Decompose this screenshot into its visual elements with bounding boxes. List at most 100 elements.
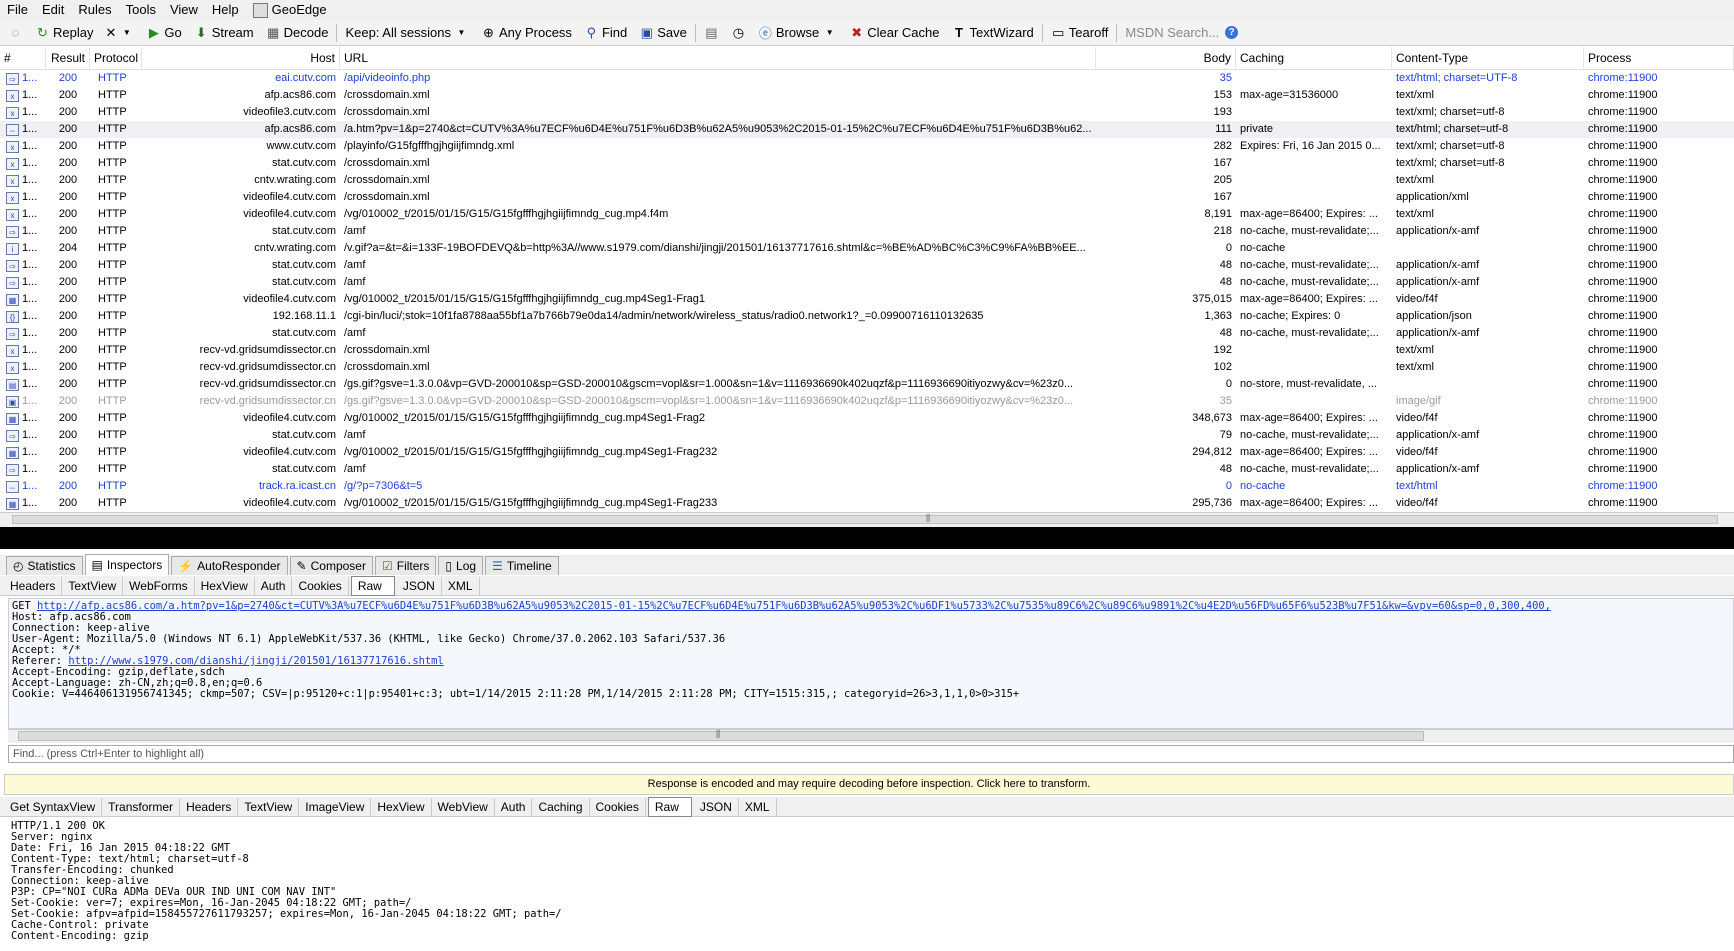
menu-tools[interactable]: Tools — [119, 0, 163, 20]
session-row[interactable]: x 1... 200 HTTP afp.acs86.com/crossdomain.xm… — [0, 87, 1734, 104]
response-tab-json[interactable]: JSON — [694, 797, 739, 816]
session-row[interactable]: ▦ 1... 200 HTTP videofile4.cutv.com/vg/01000… — [0, 495, 1734, 512]
response-tab-transformer[interactable]: Transformer — [102, 797, 181, 816]
keep-sessions-dropdown[interactable]: Keep: All sessions ▼ — [339, 22, 475, 44]
help-icon[interactable]: ? — [1225, 26, 1239, 39]
response-tab-auth[interactable]: Auth — [495, 797, 533, 816]
column-header-body[interactable]: Body — [1096, 47, 1236, 69]
session-row[interactable]: ⇨ 1... 200 HTTP stat.cutv.com/amf 48 no-cache,… — [0, 461, 1734, 478]
menu-edit[interactable]: Edit — [35, 0, 71, 20]
menu-rules[interactable]: Rules — [71, 0, 118, 20]
tab-inspectors[interactable]: ▤ Inspectors — [84, 554, 170, 575]
scrollbar-thumb[interactable] — [12, 515, 1718, 524]
session-row[interactable]: ⇨ 1... 200 HTTP eai.cutv.com/api/videoinfo.p… — [0, 70, 1734, 87]
column-header-result[interactable]: Result — [46, 47, 90, 69]
tearoff-button[interactable]: ▭ Tearoff — [1045, 22, 1115, 44]
find-button[interactable]: ⚲ Find — [578, 22, 633, 44]
session-number: x 1... — [0, 104, 46, 121]
scrollbar-thumb[interactable] — [18, 731, 1424, 741]
column-header-process[interactable]: Process — [1584, 47, 1734, 69]
request-tab-headers[interactable]: Headers — [4, 576, 63, 595]
response-tab-cookies[interactable]: Cookies — [590, 797, 646, 816]
menu-geoedge[interactable]: GeoEdge — [246, 0, 334, 20]
request-tab-webforms[interactable]: WebForms — [123, 576, 195, 595]
session-row[interactable]: x 1... 200 HTTP recv-vd.gridsumdissector.cn /… — [0, 359, 1734, 376]
response-tab-textview[interactable]: TextView — [238, 797, 300, 816]
response-tab-caching[interactable]: Caching — [532, 797, 590, 816]
request-tab-textview[interactable]: TextView — [62, 576, 124, 595]
session-row[interactable]: ⇨ 1... 200 HTTP stat.cutv.com/amf 218 no-cache… — [0, 223, 1734, 240]
replay-button[interactable]: ↻ Replay — [29, 22, 99, 44]
stream-button[interactable]: ⬇ Stream — [188, 22, 260, 44]
column-header-host[interactable]: Host — [142, 47, 340, 69]
request-raw-text[interactable]: GET http://afp.acs86.com/a.htm?pv=1&p=27… — [8, 598, 1734, 729]
session-row[interactable]: x 1... 200 HTTP videofile4.cutv.com/vg/01000… — [0, 206, 1734, 223]
session-row[interactable]: x 1... 200 HTTP www.cutv.com/playinfo/G15fgf… — [0, 138, 1734, 155]
tab-autoresponder[interactable]: ⚡ AutoResponder — [171, 556, 288, 575]
column-header-number[interactable]: # — [0, 47, 46, 69]
comment-button[interactable]: ◌ — [2, 22, 29, 44]
sessions-horizontal-scrollbar[interactable]: ⫼ — [0, 512, 1734, 527]
any-process-button[interactable]: ⊕ Any Process — [475, 22, 578, 44]
msdn-search-input[interactable]: MSDN Search... — [1119, 25, 1225, 40]
menu-help[interactable]: Help — [205, 0, 246, 20]
session-row[interactable]: ⇨ 1... 200 HTTP stat.cutv.com/amf 48 no-cache,… — [0, 274, 1734, 291]
go-button[interactable]: ▶ Go — [140, 22, 187, 44]
tab-filters[interactable]: ☑ Filters — [374, 556, 437, 575]
tab-log[interactable]: ▯ Log — [438, 556, 484, 575]
browse-button[interactable]: ⓔ Browse ▼ — [752, 22, 843, 44]
pane-splitter[interactable] — [0, 527, 1734, 549]
session-row[interactable]: ⇔ 1... 200 HTTP afp.acs86.com/a.htm?pv=1&p=2… — [0, 121, 1734, 138]
menu-file[interactable]: File — [0, 0, 35, 20]
response-tab-hexview[interactable]: HexView — [371, 797, 432, 816]
decode-notice[interactable]: Response is encoded and may require deco… — [4, 774, 1734, 795]
column-header-content-type[interactable]: Content-Type — [1392, 47, 1584, 69]
session-row[interactable]: x 1... 200 HTTP videofile4.cutv.com/crossdom… — [0, 189, 1734, 206]
find-input[interactable]: Find... (press Ctrl+Enter to highlight a… — [8, 745, 1734, 763]
request-tab-json[interactable]: JSON — [397, 576, 442, 595]
session-row[interactable]: ⇨ 1... 200 HTTP stat.cutv.com/amf 79 no-cache,… — [0, 427, 1734, 444]
request-tab-raw[interactable]: Raw — [350, 575, 395, 596]
save-button[interactable]: ▣ Save — [633, 22, 693, 44]
session-row[interactable]: x 1... 200 HTTP recv-vd.gridsumdissector.cn /… — [0, 342, 1734, 359]
session-row[interactable]: ▦ 1... 200 HTTP videofile4.cutv.com/vg/01000… — [0, 444, 1734, 461]
response-tab-webview[interactable]: WebView — [432, 797, 495, 816]
session-row[interactable]: ▦ 1... 200 HTTP videofile4.cutv.com/vg/01000… — [0, 410, 1734, 427]
request-tab-cookies[interactable]: Cookies — [292, 576, 349, 595]
request-tab-xml[interactable]: XML — [442, 576, 480, 595]
request-tab-hexview[interactable]: HexView — [195, 576, 255, 595]
remove-button[interactable]: ✕ ▼ — [99, 22, 140, 44]
request-link[interactable]: http://afp.acs86.com/a.htm?pv=1&p=2740&c… — [37, 600, 1551, 612]
tab-timeline[interactable]: ☰ Timeline — [485, 556, 559, 575]
session-row[interactable]: x 1... 200 HTTP videofile3.cutv.com/crossdom… — [0, 104, 1734, 121]
menu-view[interactable]: View — [163, 0, 205, 20]
session-row[interactable]: ▦ 1... 200 HTTP videofile4.cutv.com/vg/01000… — [0, 291, 1734, 308]
session-row[interactable]: x 1... 200 HTTP cntv.wrating.com/crossdomain… — [0, 172, 1734, 189]
session-row[interactable]: ▣ 1... 200 HTTP recv-vd.gridsumdissector.cn /… — [0, 393, 1734, 410]
session-row[interactable]: i 1... 204 HTTP cntv.wrating.com/v.gif?a=&t=… — [0, 240, 1734, 257]
session-row[interactable]: x 1... 200 HTTP stat.cutv.com/crossdomain.xm… — [0, 155, 1734, 172]
column-header-caching[interactable]: Caching — [1236, 47, 1392, 69]
response-tab-imageview[interactable]: ImageView — [299, 797, 372, 816]
response-tab-syntaxview[interactable]: Get SyntaxView — [4, 797, 103, 816]
column-header-url[interactable]: URL — [340, 47, 1096, 69]
response-tab-raw[interactable]: Raw — [647, 796, 692, 817]
session-row[interactable]: ▤ 1... 200 HTTP recv-vd.gridsumdissector.cn /… — [0, 376, 1734, 393]
timer-button[interactable]: ◷ — [725, 22, 752, 44]
response-tab-xml[interactable]: XML — [739, 797, 777, 816]
session-row[interactable]: ⇨ 1... 200 HTTP stat.cutv.com/amf 48 no-cache,… — [0, 325, 1734, 342]
textwizard-button[interactable]: T TextWizard — [946, 22, 1040, 44]
request-tab-auth[interactable]: Auth — [255, 576, 293, 595]
clear-cache-button[interactable]: ✖ Clear Cache — [843, 22, 945, 44]
request-horizontal-scrollbar[interactable]: ⫼ — [8, 729, 1734, 743]
decode-button[interactable]: ▦ Decode — [260, 22, 335, 44]
tab-statistics[interactable]: ◴ Statistics — [6, 556, 83, 575]
screenshot-button[interactable]: ▤ — [698, 22, 725, 44]
response-tab-headers[interactable]: Headers — [180, 797, 239, 816]
session-row[interactable]: ⇨ 1... 200 HTTP stat.cutv.com/amf 48 no-cache,… — [0, 257, 1734, 274]
session-row[interactable]: ⇔ 1... 200 HTTP track.ra.icast.cn/g/?p=7306&… — [0, 478, 1734, 495]
column-header-protocol[interactable]: Protocol — [90, 47, 142, 69]
response-raw-text[interactable]: HTTP/1.1 200 OK Server: nginx Date: Fri, 1… — [8, 819, 1734, 951]
tab-composer[interactable]: ✎ Composer — [289, 556, 373, 575]
session-row[interactable]: {} 1... 200 HTTP 192.168.11.1/cgi-bin/luci/;… — [0, 308, 1734, 325]
